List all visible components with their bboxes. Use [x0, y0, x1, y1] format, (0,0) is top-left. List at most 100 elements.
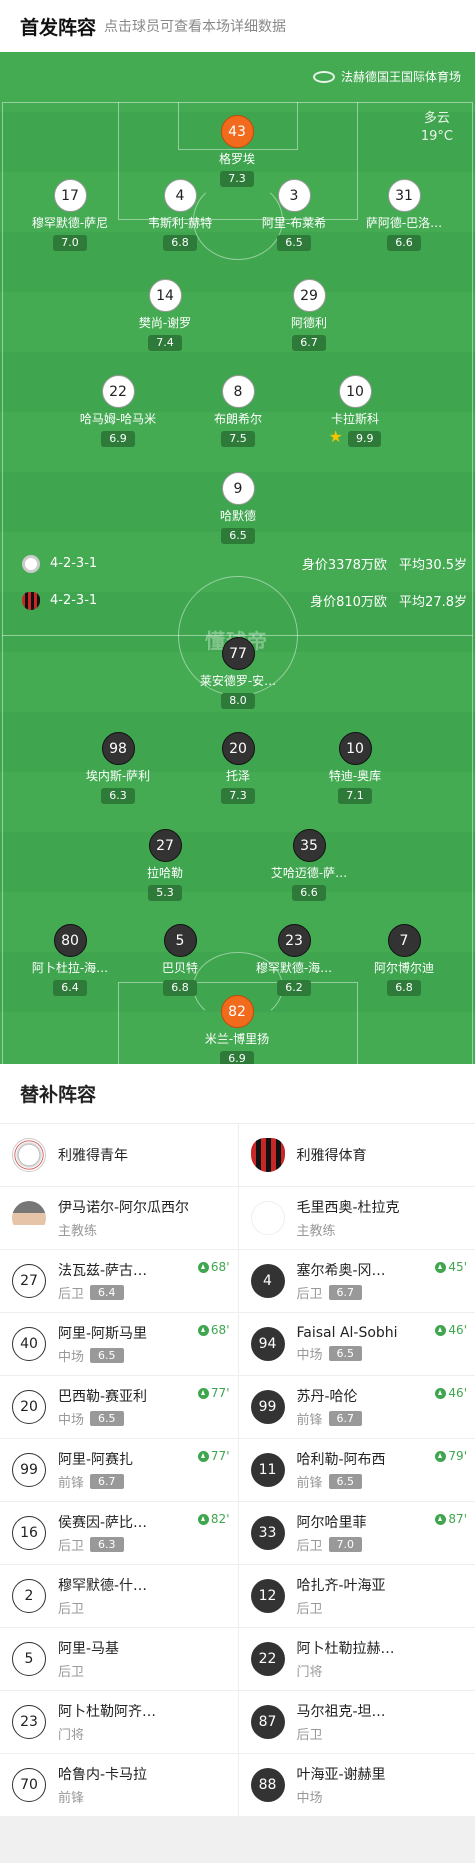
home-player-8[interactable]: 8 布朗希尔 7.5	[178, 375, 298, 447]
jersey-number: 99	[12, 1453, 46, 1487]
player-rating: 6.6	[292, 885, 326, 901]
jersey-number: 35	[292, 829, 326, 862]
away-player-2[interactable]: 20 托泽 7.3	[178, 732, 298, 804]
sub-player-row[interactable]: 88 叶海亚-谢赫里 中场	[238, 1754, 475, 1817]
jersey-number: 5	[12, 1642, 46, 1676]
substitutes-section: 替补阵容 利雅得青年 伊马诺尔-阿尔瓜西尔 主教练 27 法瓦兹-萨古… 后卫 6.4…	[0, 1064, 475, 1817]
player-name: 哈鲁内-卡马拉	[58, 1767, 148, 1783]
player-position: 后卫	[296, 1602, 323, 1617]
home-team-header[interactable]: 利雅得青年	[0, 1124, 238, 1187]
player-name: 阿卜杜拉-海…	[31, 961, 109, 975]
sub-in-minute: 68'	[210, 1323, 230, 1337]
home-player-2[interactable]: 4 韦斯利-赫特 6.8	[120, 179, 240, 251]
player-name: 萨阿德-巴洛…	[365, 216, 443, 230]
away-team-header[interactable]: 利雅得体育	[238, 1124, 475, 1187]
home-player-6[interactable]: 29 阿德利 6.7	[249, 279, 369, 351]
player-rating: 6.5	[90, 1411, 124, 1426]
home-player-4[interactable]: 31 萨阿德-巴洛… 6.6	[344, 179, 464, 251]
player-position: 门将	[58, 1728, 85, 1743]
away-player-8[interactable]: 23 穆罕默德-海… 6.2	[234, 924, 354, 996]
sub-in-minute: 68'	[210, 1260, 230, 1274]
sub-player-row[interactable]: 2 穆罕默德-什… 后卫	[0, 1565, 238, 1628]
sub-in-minute: 46'	[448, 1323, 467, 1337]
home-team-summary: 4-2-3-1 身价3378万欧 平均30.5岁	[22, 554, 467, 573]
sub-player-row[interactable]: 40 阿里-阿斯马里 中场 6.5 68'	[0, 1313, 238, 1376]
coach-name: 伊马诺尔-阿尔瓜西尔	[58, 1200, 190, 1216]
player-name: 格罗埃	[218, 152, 255, 166]
player-position-row: 前锋 6.5	[297, 1472, 386, 1491]
sub-player-row[interactable]: 16 侯赛因-萨比… 后卫 6.3 82'	[0, 1502, 238, 1565]
home-player-7[interactable]: 22 哈马姆-哈马米 6.9	[58, 375, 178, 447]
player-position: 前锋	[58, 1791, 85, 1806]
player-position-row: 前锋 6.7	[58, 1472, 133, 1491]
jersey-number: 17	[53, 179, 87, 212]
away-player-10[interactable]: 82 米兰-博里扬 6.9	[177, 995, 297, 1064]
sub-player-row[interactable]: 99 苏丹-哈伦 前锋 6.7 46'	[238, 1376, 475, 1439]
home-player-10[interactable]: 9 哈默德 6.5	[178, 472, 298, 544]
jersey-number: 20	[12, 1390, 46, 1424]
jersey-number: 27	[148, 829, 182, 862]
player-name: 阿里-马基	[58, 1641, 120, 1657]
home-player-9[interactable]: 10 卡拉斯科 ★ 9.9	[295, 375, 415, 447]
away-player-9[interactable]: 7 阿尔博尔迪 6.8	[344, 924, 464, 996]
sub-player-row[interactable]: 23 阿卜杜勒阿齐… 门将	[0, 1691, 238, 1754]
away-team-crest-icon	[250, 1138, 285, 1172]
sub-player-row[interactable]: 99 阿里-阿赛扎 前锋 6.7 77'	[0, 1439, 238, 1502]
sub-player-row[interactable]: 11 哈利勒-阿布西 前锋 6.5 79'	[238, 1439, 475, 1502]
jersey-number: 70	[12, 1768, 46, 1802]
sub-in-icon	[197, 1324, 209, 1336]
away-player-0[interactable]: 77 莱安德罗-安… 8.0	[178, 637, 298, 709]
sub-player-row[interactable]: 5 阿里-马基后卫	[0, 1628, 238, 1691]
player-rating: 7.4	[148, 335, 182, 351]
coach-role: 主教练	[58, 1224, 98, 1239]
coach-avatar	[250, 1201, 285, 1235]
player-position: 后卫	[58, 1665, 85, 1680]
coach-avatar	[12, 1201, 46, 1235]
player-position: 中场	[296, 1348, 323, 1363]
sub-player-row[interactable]: 94 Faisal Al-Sobhi 中场 6.5 46'	[238, 1313, 475, 1376]
sub-player-row[interactable]: 20 巴西勒-赛亚利 中场 6.5 77'	[0, 1376, 238, 1439]
player-name: 塞尔希奥-冈…	[296, 1263, 386, 1279]
sub-player-row[interactable]: 70 哈鲁内-卡马拉 前锋	[0, 1754, 238, 1817]
home-player-5[interactable]: 14 樊尚-谢罗 7.4	[105, 279, 225, 351]
player-position-row: 中场 6.5	[297, 1344, 398, 1363]
player-name: 托泽	[225, 769, 250, 783]
player-position: 后卫	[296, 1287, 323, 1302]
away-player-6[interactable]: 80 阿卜杜拉-海… 6.4	[10, 924, 130, 996]
sub-player-row[interactable]: 22 阿卜杜勒拉赫… 门将	[238, 1628, 475, 1691]
away-coach[interactable]: 毛里西奥-杜拉克 主教练	[238, 1187, 475, 1250]
sub-player-row[interactable]: 27 法瓦兹-萨古… 后卫 6.4 68'	[0, 1250, 238, 1313]
away-player-5[interactable]: 35 艾哈迈德-萨… 6.6	[249, 829, 369, 901]
player-rating: 6.5	[328, 1346, 363, 1361]
subs-title: 替补阵容	[0, 1064, 475, 1124]
jersey-number: 23	[12, 1705, 46, 1739]
player-position: 前锋	[58, 1476, 85, 1491]
home-player-1[interactable]: 17 穆罕默德-萨尼 7.0	[10, 179, 130, 251]
coach-role: 主教练	[296, 1224, 336, 1239]
sub-in-badge: 46'	[435, 1386, 467, 1400]
player-name: 苏丹-哈伦	[296, 1389, 358, 1405]
home-player-3[interactable]: 3 阿里-布莱希 6.5	[234, 179, 354, 251]
home-player-0[interactable]: 43 格罗埃 7.3	[177, 115, 297, 187]
sub-player-row[interactable]: 4 塞尔希奥-冈… 后卫 6.7 45'	[238, 1250, 475, 1313]
sub-player-row[interactable]: 33 阿尔哈里菲 后卫 7.0 87'	[238, 1502, 475, 1565]
weather: 多云 19°C	[421, 110, 453, 146]
away-player-1[interactable]: 98 埃内斯-萨利 6.3	[58, 732, 178, 804]
player-name: 特迪-奥库	[328, 769, 382, 783]
away-player-7[interactable]: 5 巴贝特 6.8	[120, 924, 240, 996]
player-position: 中场	[58, 1350, 85, 1365]
player-position-row: 前锋 6.7	[297, 1409, 363, 1428]
jersey-number: 40	[12, 1327, 46, 1361]
sub-player-row[interactable]: 12 哈扎齐-叶海亚 后卫	[238, 1565, 475, 1628]
home-coach[interactable]: 伊马诺尔-阿尔瓜西尔 主教练	[0, 1187, 238, 1250]
player-name: 穆罕默德-什…	[58, 1578, 148, 1594]
sub-player-row[interactable]: 87 马尔祖克-坦… 后卫	[238, 1691, 475, 1754]
sub-in-badge: 68'	[197, 1323, 230, 1337]
away-player-3[interactable]: 10 特迪-奥库 7.1	[295, 732, 415, 804]
sub-in-icon	[435, 1324, 447, 1336]
page-title: 首发阵容	[20, 16, 97, 39]
player-name: 米兰-博里扬	[204, 1032, 270, 1046]
player-rating: 9.9	[347, 431, 382, 447]
away-player-4[interactable]: 27 拉哈勒 5.3	[105, 829, 225, 901]
jersey-number: 4	[163, 179, 197, 212]
